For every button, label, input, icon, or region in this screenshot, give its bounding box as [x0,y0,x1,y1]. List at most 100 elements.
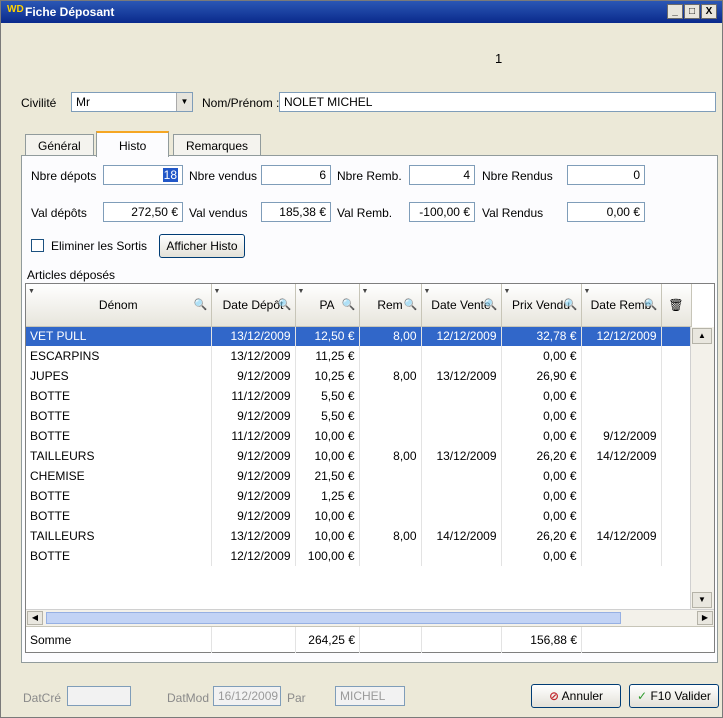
table-cell [359,466,422,486]
nbre-depots-label: Nbre dépots [31,169,97,183]
table-row[interactable]: TAILLEURS 13/12/2009 10,00 €8,00 14/12/2009… [26,526,692,546]
search-icon[interactable]: 🔍 [484,298,498,312]
nbre-remb-field[interactable]: 4 [409,165,475,185]
trash-icon[interactable]: 🗑 [668,298,683,312]
table-cell [359,346,422,366]
vertical-scrollbar[interactable]: ▲ ▼ [690,327,714,609]
search-icon[interactable]: 🔍 [194,298,208,312]
column-header-date-vente[interactable]: ▼ Date Vente 🔍 [421,284,502,327]
par-field[interactable]: MICHEL [335,686,405,706]
table-cell: 10,00 € [295,506,360,526]
table-cell: 14/12/2009 [581,526,662,546]
afficher-histo-button[interactable]: Afficher Histo [159,234,245,258]
table-row[interactable]: ESCARPINS 13/12/2009 11,25 € 0,00 € [26,346,692,366]
windev-logo-icon: WD [7,4,24,15]
horizontal-scrollbar[interactable]: ◀ ▶ [26,609,714,626]
table-row[interactable]: BOTTE 11/12/2009 10,00 € 0,00 €9/12/2009 [26,426,692,446]
column-header-pa[interactable]: ▼ PA 🔍 [295,284,360,327]
table-cell: 9/12/2009 [211,486,296,506]
column-header-date-depot[interactable]: ▼ Date Dépôt 🔍 [211,284,296,327]
table-cell: 8,00 [359,446,422,466]
search-icon[interactable]: 🔍 [278,298,292,312]
nbre-rendus-field[interactable]: 0 [567,165,645,185]
tab-histo[interactable]: Histo [96,131,170,157]
table-cell: 9/12/2009 [211,366,296,386]
table-cell: 26,20 € [501,446,582,466]
scroll-down-icon[interactable]: ▼ [692,592,712,608]
civilite-label: Civilité [21,96,57,110]
datmod-field[interactable]: 16/12/2009 [213,686,281,706]
search-icon[interactable]: 🔍 [644,298,658,312]
val-remb-field[interactable]: -100,00 € [409,202,475,222]
nom-prenom-label: Nom/Prénom : [202,96,280,110]
table-row[interactable]: BOTTE 9/12/2009 10,00 € 0,00 € [26,506,692,526]
nbre-depots-field[interactable]: 18 [103,165,183,185]
chevron-down-icon[interactable]: ▼ [176,93,192,111]
table-cell-spacer [661,466,692,486]
column-header-label: PA [319,297,335,312]
scroll-right-icon[interactable]: ▶ [697,611,713,625]
valider-button[interactable]: ✓ F10 Valider [629,684,719,708]
table-cell: 13/12/2009 [211,346,296,366]
table-cell: 0,00 € [501,426,582,446]
table-cell [421,486,502,506]
column-options-header[interactable]: 🗑 [661,284,692,327]
column-header-label: Prix Vendu [511,297,571,312]
table-cell-spacer [661,526,692,546]
tab-remarques[interactable]: Remarques [173,134,262,156]
table-cell: 0,00 € [501,466,582,486]
table-cell [581,386,662,406]
search-icon[interactable]: 🔍 [404,298,418,312]
table-cell-spacer [661,326,692,346]
table-cell: 9/12/2009 [581,426,662,446]
table-row[interactable]: BOTTE 9/12/2009 1,25 € 0,00 € [26,486,692,506]
minimize-button[interactable]: _ [667,4,683,19]
civilite-select[interactable]: Mr ▼ [71,92,193,112]
table-row[interactable]: VET PULL 13/12/2009 12,50 €8,00 12/12/2009 3… [26,326,692,346]
table-cell-spacer [661,506,692,526]
close-button[interactable]: X [701,4,717,19]
val-vendus-field[interactable]: 185,38 € [261,202,331,222]
title-bar[interactable]: WD Fiche Déposant _ □ X [1,1,722,23]
search-icon[interactable]: 🔍 [564,298,578,312]
annuler-label: Annuler [561,689,604,703]
column-header-date-remb[interactable]: ▼ Date Remb 🔍 [581,284,662,327]
val-rendus-label: Val Rendus [482,206,544,220]
datmod-label: DatMod [167,691,210,705]
table-cell: 8,00 [359,526,422,546]
nbre-vendus-field[interactable]: 6 [261,165,331,185]
table-cell-spacer [661,406,692,426]
column-header-rem[interactable]: ▼ Rem 🔍 [359,284,422,327]
table-cell: BOTTE [26,426,212,446]
filter-icon: ▼ [28,288,35,295]
table-row[interactable]: TAILLEURS 9/12/2009 10,00 €8,00 13/12/2009 2… [26,446,692,466]
table-row[interactable]: BOTTE 11/12/2009 5,50 € 0,00 € [26,386,692,406]
annuler-button[interactable]: ⊘ Annuler [531,684,621,708]
search-icon[interactable]: 🔍 [342,298,356,312]
somme-row: Somme 264,25 € 156,88 € [26,626,714,653]
datcre-field[interactable] [67,686,131,706]
scroll-left-icon[interactable]: ◀ [27,611,43,625]
nom-prenom-field[interactable]: NOLET MICHEL [279,92,716,112]
table-cell: 0,00 € [501,406,582,426]
val-depots-field[interactable]: 272,50 € [103,202,183,222]
nbre-vendus-label: Nbre vendus [189,169,258,183]
column-header-prix-vendu[interactable]: ▼ Prix Vendu 🔍 [501,284,582,327]
horizontal-scroll-thumb[interactable] [46,612,621,624]
val-rendus-field[interactable]: 0,00 € [567,202,645,222]
tab-general[interactable]: Général [25,134,94,156]
table-cell [421,406,502,426]
eliminer-sortis-checkbox[interactable] [31,239,44,252]
table-cell: 13/12/2009 [421,366,502,386]
filter-icon: ▼ [213,288,221,295]
table-row[interactable]: BOTTE 12/12/2009 100,00 € 0,00 € [26,546,692,566]
eliminer-sortis-label: Eliminer les Sortis [51,239,148,253]
maximize-button[interactable]: □ [684,4,700,19]
table-cell-spacer [661,486,692,506]
table-cell: 26,90 € [501,366,582,386]
column-header-denom[interactable]: ▼ Dénom 🔍 [26,284,212,327]
table-row[interactable]: JUPES 9/12/2009 10,25 €8,00 13/12/2009 26,90… [26,366,692,386]
table-row[interactable]: CHEMISE 9/12/2009 21,50 € 0,00 € [26,466,692,486]
table-row[interactable]: BOTTE 9/12/2009 5,50 € 0,00 € [26,406,692,426]
scroll-up-icon[interactable]: ▲ [692,328,712,344]
